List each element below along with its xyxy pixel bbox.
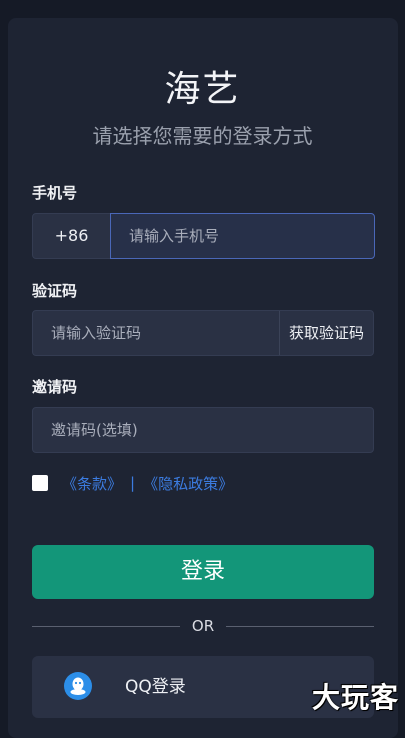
or-text: OR	[191, 617, 215, 635]
terms-link[interactable]: 《条款》	[62, 473, 122, 494]
or-divider: OR	[32, 616, 375, 636]
invite-field-group	[32, 407, 374, 453]
watermark-logo: 大玩客	[311, 681, 399, 714]
agreement-separator: |	[130, 474, 136, 492]
phone-field-group: +86	[32, 213, 375, 259]
qq-icon	[64, 672, 92, 700]
divider-line-right	[226, 625, 375, 627]
privacy-policy-link[interactable]: 《隐私政策》	[143, 473, 233, 494]
country-code-selector[interactable]: +86	[33, 214, 110, 258]
phone-label: 手机号	[32, 184, 78, 202]
app-title: 海艺	[164, 69, 241, 110]
phone-input[interactable]	[110, 213, 375, 259]
login-button[interactable]: 登录	[32, 545, 374, 599]
divider-line-left	[32, 625, 180, 627]
agreement-checkbox[interactable]	[32, 475, 48, 491]
login-subtitle: 请选择您需要的登录方式	[92, 124, 313, 148]
verification-code-input[interactable]	[33, 311, 281, 355]
invite-code-input[interactable]	[33, 408, 373, 452]
get-code-button[interactable]: 获取验证码	[279, 311, 373, 355]
agreement-row: 《条款》 | 《隐私政策》	[32, 472, 233, 494]
code-field-group: 获取验证码	[32, 310, 374, 356]
invite-label: 邀请码	[32, 378, 78, 396]
code-label: 验证码	[32, 282, 78, 300]
qq-login-label: QQ登录	[125, 677, 186, 697]
